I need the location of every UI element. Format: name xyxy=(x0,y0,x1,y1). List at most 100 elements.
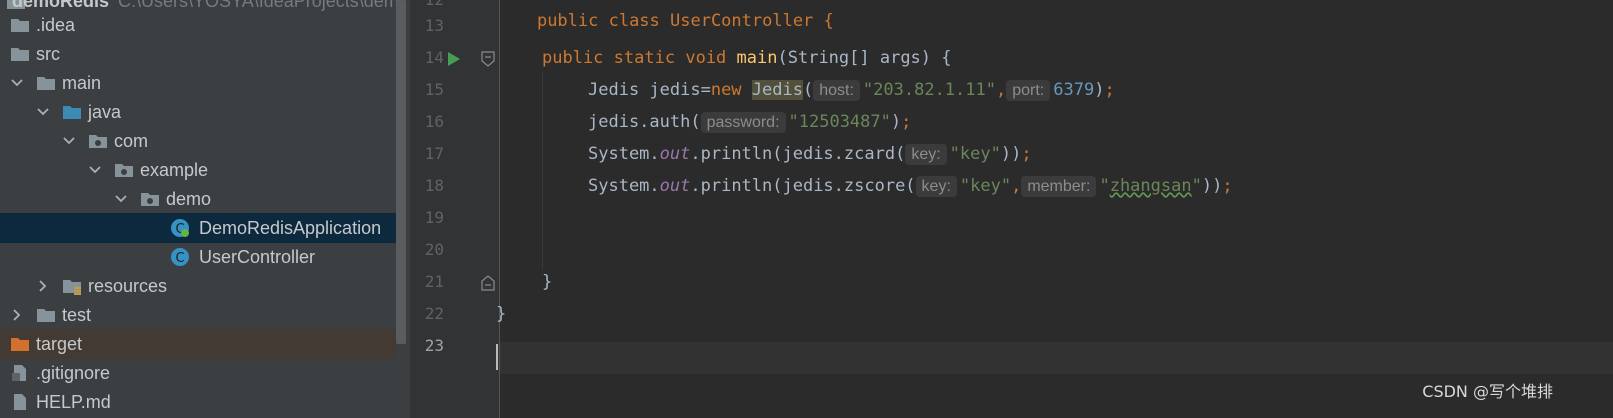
semicolon: ; xyxy=(1104,80,1115,100)
class-name: Jedis xyxy=(751,80,803,100)
project-tree-panel: demoRedis C:\Users\YOSYA\IdeaProjects\de… xyxy=(0,0,410,418)
tree-item-demo[interactable]: demo xyxy=(0,184,396,214)
keyword: public xyxy=(542,48,604,68)
tree-scrollbar[interactable] xyxy=(396,0,406,344)
code-line-14: public static void main(String[] args) { xyxy=(542,47,952,69)
code-line-18: System.out.println(jedis.zscore(key: "key… xyxy=(588,175,1233,197)
line-number: 20 xyxy=(424,240,444,259)
tree-item-resources[interactable]: resources xyxy=(0,271,396,301)
tree-item-test[interactable]: test xyxy=(0,300,396,330)
tree-item-java[interactable]: java xyxy=(0,97,396,127)
excluded-folder-icon xyxy=(10,334,30,354)
parameter-hint: host: xyxy=(813,80,860,101)
string-quote: " xyxy=(1191,176,1202,196)
method-name: main xyxy=(736,48,778,68)
code-text: jedis.auth( xyxy=(588,112,701,132)
run-icon[interactable] xyxy=(446,50,462,68)
parameter-hint: password: xyxy=(700,112,786,133)
tree-item-label: .gitignore xyxy=(36,363,111,383)
parameter-hint: key: xyxy=(915,176,957,197)
semicolon: ; xyxy=(1222,176,1233,196)
semicolon: ; xyxy=(1021,144,1032,164)
static-field: out xyxy=(659,144,691,164)
code-text: (String[] args) { xyxy=(777,48,952,68)
tree-item-idea[interactable]: .idea xyxy=(0,10,396,40)
code-text: public class UserController { xyxy=(536,11,834,31)
tree-item-label: test xyxy=(62,305,92,325)
keyword: static xyxy=(613,48,676,68)
code-text: .println(jedis.zcard( xyxy=(690,144,906,164)
code-text: Jedis jedis= xyxy=(588,80,711,100)
code-text: )) xyxy=(1201,176,1223,196)
svg-text:C: C xyxy=(175,251,184,266)
line-number: 16 xyxy=(424,112,444,131)
tree-item-example[interactable]: example xyxy=(0,155,396,185)
code-text: } xyxy=(496,304,507,324)
tree-item-label: .idea xyxy=(36,15,76,35)
tree-item-main[interactable]: main xyxy=(0,68,396,98)
code-line-15: Jedis jedis=new Jedis(host: "203.82.1.11"… xyxy=(588,79,1115,101)
chevron-down-icon[interactable] xyxy=(88,161,102,179)
parameter-hint: member: xyxy=(1021,176,1097,197)
tree-item-label: main xyxy=(62,73,102,93)
package-icon xyxy=(140,189,160,209)
code-line-17: System.out.println(jedis.zcard(key: "key"… xyxy=(588,143,1032,165)
tree-item-help[interactable]: HELP.md xyxy=(0,387,396,417)
tree-item-label: src xyxy=(36,44,60,64)
resources-folder-icon xyxy=(62,276,82,296)
line-number: 18 xyxy=(424,176,444,195)
chevron-down-icon[interactable] xyxy=(36,103,50,121)
package-icon xyxy=(114,160,134,180)
line-number-current: 23 xyxy=(424,336,444,355)
code-text: ( xyxy=(802,80,814,100)
indent-guide xyxy=(542,72,543,270)
string-literal: "12503487" xyxy=(788,112,891,132)
tree-item-gitignore[interactable]: .gitignore xyxy=(0,358,396,388)
text-caret xyxy=(496,344,498,370)
chevron-down-icon[interactable] xyxy=(114,190,128,208)
tree-item-label: UserController xyxy=(199,247,316,267)
code-line-12: public class UserController { xyxy=(496,0,834,54)
tree-item-demoredisapplication[interactable]: C DemoRedisApplication xyxy=(0,213,396,243)
line-number: 15 xyxy=(424,80,444,99)
tree-item-src[interactable]: src xyxy=(0,39,396,69)
keyword: new xyxy=(710,80,742,100)
chevron-down-icon[interactable] xyxy=(62,132,76,150)
code-line-22: } xyxy=(496,303,506,325)
chevron-down-icon[interactable] xyxy=(10,74,24,92)
code-text: ) xyxy=(1094,80,1105,100)
tree-item-label: com xyxy=(114,131,149,151)
code-text: .println(jedis.zscore( xyxy=(690,176,916,196)
comma: , xyxy=(995,80,1007,100)
tree-item-label: DemoRedisApplication xyxy=(199,218,382,238)
chevron-right-icon[interactable] xyxy=(10,306,24,324)
code-text: } xyxy=(542,272,553,292)
static-field: out xyxy=(659,176,691,196)
string-literal: "key" xyxy=(949,144,1001,164)
current-line-highlight xyxy=(500,342,1613,374)
fold-open-icon[interactable] xyxy=(480,50,496,68)
tree-item-label: demo xyxy=(166,189,212,209)
string-literal-typo: zhangsan xyxy=(1109,176,1192,196)
parameter-hint: port: xyxy=(1006,80,1051,101)
code-editor[interactable]: 12 13 14 15 16 17 18 19 20 21 22 23 publ… xyxy=(410,0,1613,418)
line-number: 12 xyxy=(410,0,444,10)
string-literal: "key" xyxy=(959,176,1012,196)
line-number: 22 xyxy=(424,304,444,323)
chevron-right-icon[interactable] xyxy=(36,277,50,295)
tree-item-label: HELP.md xyxy=(36,392,111,412)
code-line-16: jedis.auth(password: "12503487"); xyxy=(588,111,911,133)
file-icon xyxy=(10,363,30,383)
code-text: ) xyxy=(890,112,902,132)
tree-item-target[interactable]: target xyxy=(0,329,396,359)
tree-item-com[interactable]: com xyxy=(0,126,396,156)
fold-close-icon[interactable] xyxy=(480,274,496,292)
line-number: 17 xyxy=(424,144,444,163)
package-icon xyxy=(88,131,108,151)
line-number: 13 xyxy=(424,16,444,35)
tree-item-label: target xyxy=(36,334,83,354)
code-text: )) xyxy=(1000,144,1022,164)
tree-item-usercontroller[interactable]: C UserController xyxy=(0,242,396,272)
code-text: System. xyxy=(588,144,660,164)
keyword: void xyxy=(685,48,727,68)
